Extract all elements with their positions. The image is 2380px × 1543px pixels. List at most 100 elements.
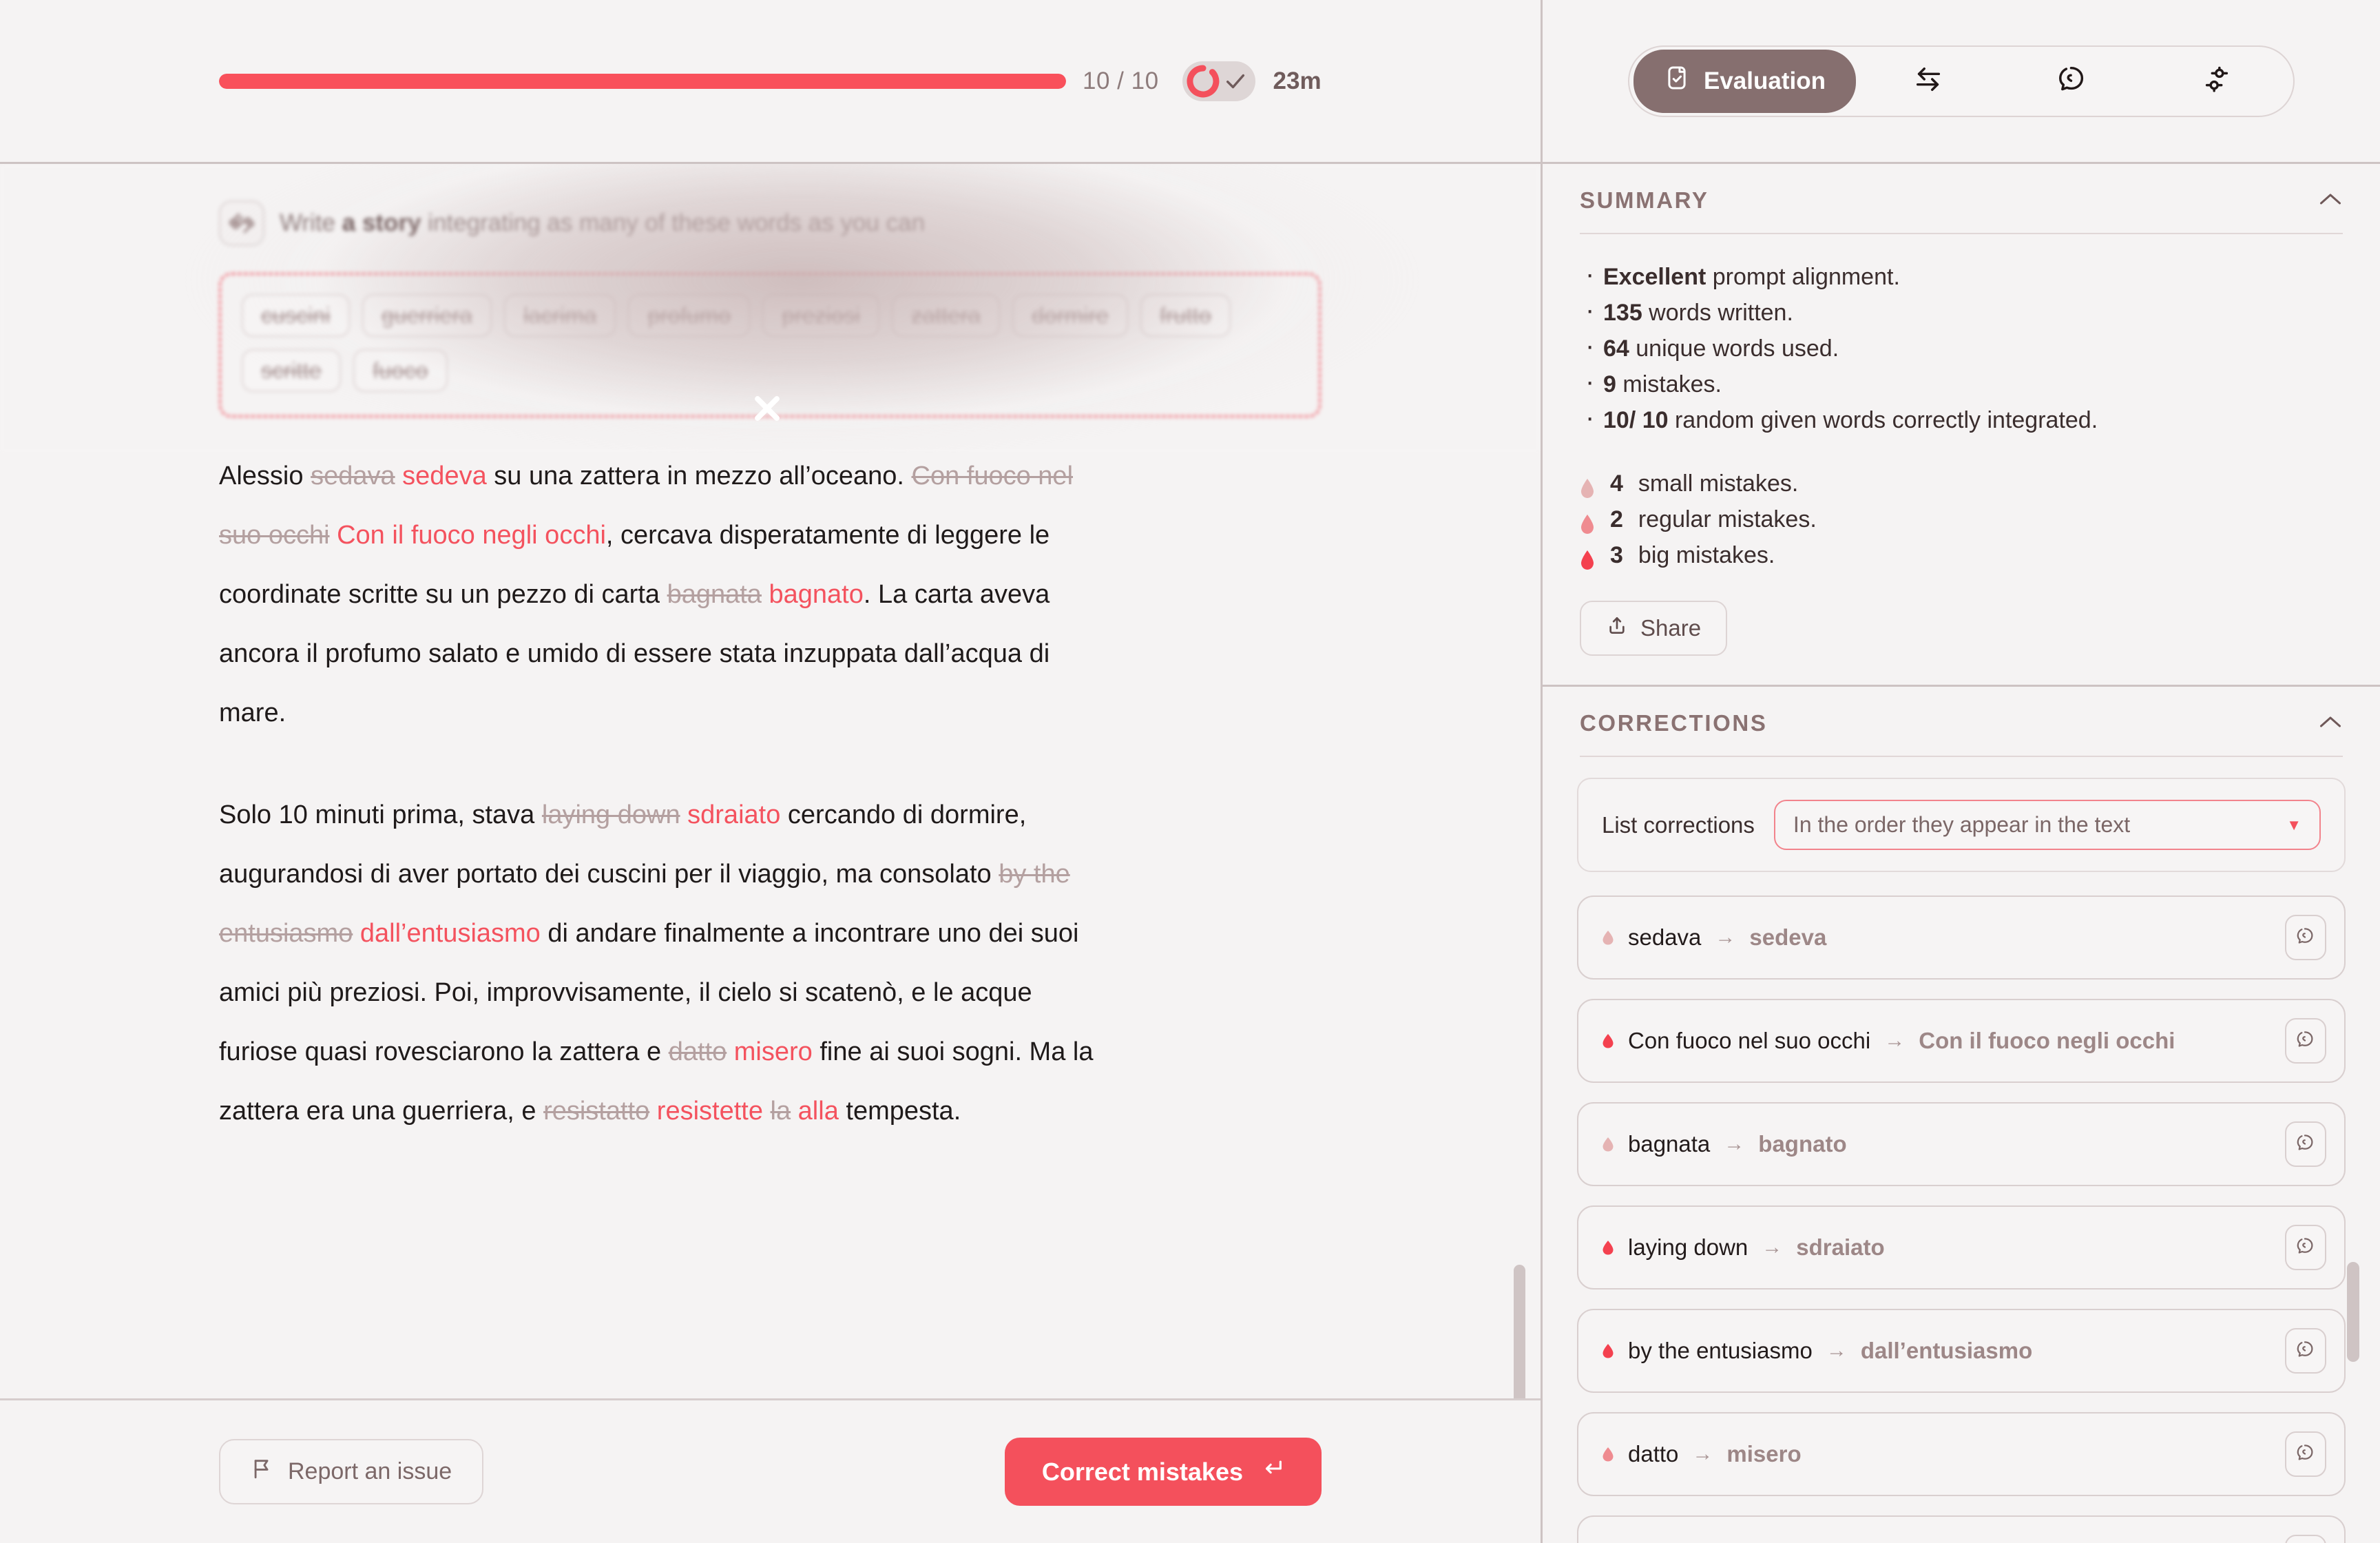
share-label: Share: [1640, 615, 1702, 641]
corrections-title: CORRECTIONS: [1580, 710, 1768, 736]
corrections-body: List corrections In the order they appea…: [1543, 757, 2380, 1543]
given-word-chip: dormire: [1012, 294, 1128, 337]
plain-text: [353, 919, 360, 948]
corrections-header[interactable]: CORRECTIONS: [1543, 687, 2380, 756]
summary-bullet-text: random given words correctly integrated.: [1668, 407, 2098, 433]
correction-explain-button[interactable]: [2285, 1535, 2326, 1543]
mistake-label: big mistakes.: [1638, 542, 1775, 568]
correction-content: datto → misero: [1602, 1441, 1802, 1467]
evaluation-scrollbar-thumb[interactable]: [2347, 1262, 2359, 1362]
share-button[interactable]: Share: [1580, 601, 1728, 656]
summary-header[interactable]: SUMMARY: [1543, 164, 2380, 233]
summary-bullet: Excellent prompt alignment.: [1580, 256, 2343, 295]
summary-bullet-value: Excellent: [1603, 264, 1706, 290]
correction-content: laying down → sdraiato: [1602, 1234, 1885, 1261]
arrow-right-icon: →: [1692, 1442, 1713, 1465]
story-text[interactable]: Alessio sedava sedeva su una zattera in …: [0, 417, 1336, 1141]
severity-drop-icon: [1580, 545, 1595, 570]
correction-card[interactable]: by the entusiasmo → dall’entusiasmo: [1577, 1309, 2346, 1393]
correction-original: by the entusiasmo: [1628, 1338, 1813, 1363]
correct-mistakes-button[interactable]: Correct mistakes: [1004, 1438, 1322, 1506]
mistake-count: 2: [1610, 506, 1623, 532]
tab-chat[interactable]: [2001, 50, 2145, 113]
correction-card[interactable]: resistatto→resistette: [1577, 1515, 2346, 1543]
summary-bullet-text: mistakes.: [1616, 371, 1722, 397]
correction-card[interactable]: laying down → sdraiato: [1577, 1205, 2346, 1290]
severity-drop-icon: [1602, 930, 1614, 945]
correction-explain-button[interactable]: [2285, 1431, 2326, 1477]
given-word-chip: preziosi: [762, 294, 880, 337]
summary-bullet-list: Excellent prompt alignment.135 words wri…: [1580, 256, 2343, 438]
correction-card[interactable]: bagnata → bagnato: [1577, 1102, 2346, 1186]
tab-evaluation[interactable]: Evaluation: [1633, 49, 1856, 113]
plain-text: tempesta.: [838, 1097, 961, 1126]
correction-explain-button[interactable]: [2285, 1328, 2326, 1374]
prompt-text-prefix: Write: [280, 209, 342, 236]
inserted-text: misero: [733, 1037, 813, 1066]
chevron-up-icon[interactable]: [2318, 191, 2343, 210]
caret-down-icon: ▼: [2286, 816, 2301, 833]
corrections-sort-select[interactable]: In the order they appear in the text ▼: [1773, 800, 2321, 850]
mistake-breakdown-row: 2 regular mistakes.: [1580, 501, 2343, 537]
report-issue-button[interactable]: Report an issue: [219, 1439, 484, 1504]
plain-text: [330, 521, 337, 550]
summary-body: Excellent prompt alignment.135 words wri…: [1543, 234, 2380, 685]
deleted-text: laying down: [541, 800, 680, 829]
tab-settings[interactable]: [2144, 50, 2289, 113]
correction-original: Con fuoco nel suo occhi: [1628, 1028, 1871, 1053]
progress-bar-row: 10 / 10 23m: [0, 0, 1541, 164]
prompt-block: Write a story integrating as many of the…: [0, 164, 1541, 417]
evaluation-panel: Evaluation SUMMARY · Excellent prompt al…: [1543, 0, 2380, 1543]
correction-original: bagnata: [1628, 1131, 1711, 1157]
plain-text: [395, 462, 403, 490]
correction-suggestion: dall’entusiasmo: [1860, 1338, 2033, 1363]
deleted-text: datto: [668, 1037, 727, 1066]
inserted-text: sedeva: [402, 462, 487, 490]
chevron-up-icon[interactable]: [2318, 714, 2343, 733]
given-word-chip: profumo: [628, 294, 751, 337]
sliders-icon: [2201, 63, 2233, 99]
writing-panel: 10 / 10 23m Write a story integrating as…: [0, 0, 1543, 1543]
plain-text: Solo 10 minuti prima, stava: [219, 800, 542, 829]
correction-explain-button[interactable]: [2285, 1225, 2326, 1270]
summary-bullet: 64 unique words used.: [1580, 328, 2343, 366]
correction-suggestion: bagnato: [1758, 1131, 1847, 1157]
comment-icon: [2295, 1339, 2316, 1363]
severity-drop-icon: [1602, 1137, 1614, 1152]
arrow-right-icon: →: [1826, 1339, 1847, 1362]
severity-drop-icon: [1602, 1447, 1614, 1462]
correction-card[interactable]: Con fuoco nel suo occhi → Con il fuoco neg…: [1577, 999, 2346, 1083]
given-word-chip: frutto: [1140, 294, 1231, 337]
writing-action-bar: Report an issue Correct mistakes: [0, 1398, 1541, 1543]
tab-translate[interactable]: [1856, 50, 2001, 113]
severity-drop-icon: [1580, 473, 1595, 498]
prompt-text: Write a story integrating as many of the…: [280, 209, 925, 237]
close-x-icon[interactable]: [746, 387, 789, 430]
writing-scrollbar-thumb[interactable]: [1514, 1265, 1525, 1398]
mistake-breakdown-row: 3 big mistakes.: [1580, 537, 2343, 573]
correction-explain-button[interactable]: [2285, 915, 2326, 960]
summary-bullet-value: 9: [1603, 371, 1616, 397]
correction-card[interactable]: datto → misero: [1577, 1412, 2346, 1496]
mistake-label: small mistakes.: [1638, 470, 1799, 497]
summary-bullet-text: words written.: [1642, 300, 1793, 326]
given-word-chip: fuoco: [353, 349, 448, 392]
mistake-breakdown-list: 4 small mistakes. 2 regular mistakes. 3 bi…: [1580, 466, 2343, 573]
writing-scroll-area[interactable]: Write a story integrating as many of the…: [0, 164, 1541, 1398]
evaluation-screen: 10 / 10 23m Write a story integrating as…: [0, 0, 2380, 1543]
plain-text: [763, 1097, 771, 1126]
comment-icon: [2295, 1236, 2316, 1260]
correction-explain-button[interactable]: [2285, 1121, 2326, 1167]
timer-toggle[interactable]: [1182, 61, 1255, 101]
plain-text: [680, 800, 688, 829]
prompt-header: Write a story integrating as many of the…: [219, 191, 1322, 255]
correction-explain-button[interactable]: [2285, 1018, 2326, 1064]
summary-bullet: 135 words written.: [1580, 292, 2343, 331]
given-word-chip: lacrima: [503, 294, 616, 337]
plain-text: [727, 1037, 734, 1066]
correction-card[interactable]: sedava → sedeva: [1577, 895, 2346, 980]
deleted-text: bagnata: [667, 580, 762, 609]
summary-bullet: 9 mistakes.: [1580, 364, 2343, 402]
comment-icon: [2295, 1442, 2316, 1467]
arrow-right-icon: →: [1715, 926, 1736, 949]
